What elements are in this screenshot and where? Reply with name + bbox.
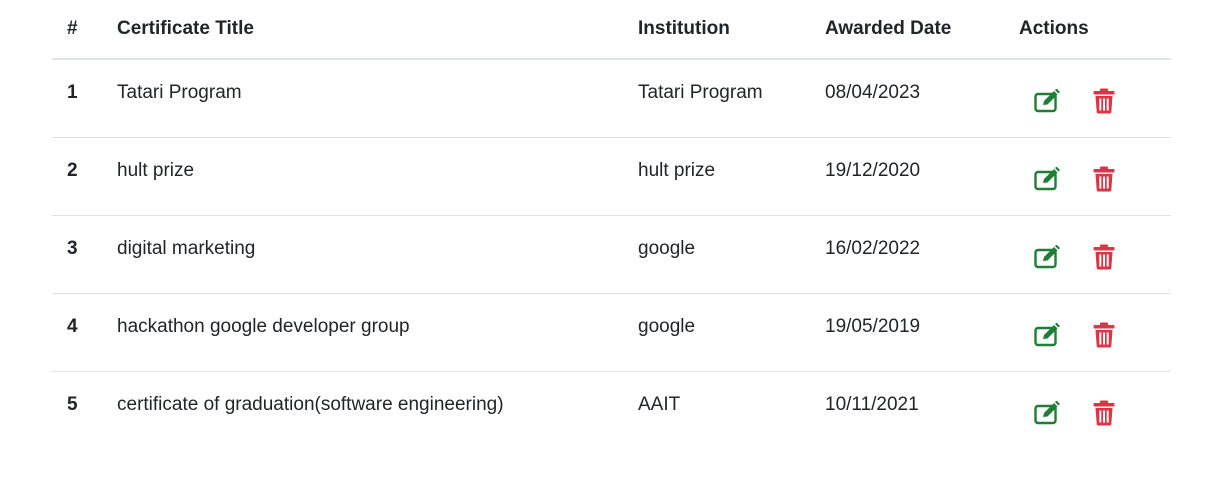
header-certificate-title: Certificate Title: [117, 0, 638, 60]
certificate-title: hult prize: [117, 160, 195, 181]
certificates-table: # Certificate Title Institution Awarded …: [52, 0, 1171, 449]
institution-cell: google: [638, 215, 825, 294]
edit-icon: [1034, 167, 1060, 191]
awarded-date-cell: 19/12/2020: [825, 137, 1019, 216]
table-row: 4 hackathon google developer group googl…: [52, 293, 1171, 372]
edit-icon: [1034, 323, 1060, 347]
row-actions: [1019, 216, 1171, 272]
row-number-cell: 1: [52, 59, 117, 138]
delete-button[interactable]: [1089, 320, 1119, 350]
certificate-title-cell: digital marketing: [117, 215, 638, 294]
awarded-date: 08/04/2023: [825, 82, 921, 103]
institution: google: [638, 238, 696, 259]
row-number: 4: [67, 316, 78, 337]
institution-cell: hult prize: [638, 137, 825, 216]
institution-cell: google: [638, 293, 825, 372]
table-body: 1 Tatari Program Tatari Program 08/04/20…: [52, 59, 1171, 449]
certificates-table-container: # Certificate Title Institution Awarded …: [52, 0, 1171, 449]
certificate-title: hackathon google developer group: [117, 316, 410, 337]
certificate-title: digital marketing: [117, 238, 256, 259]
awarded-date: 19/12/2020: [825, 160, 921, 181]
table-row: 2 hult prize hult prize 19/12/2020: [52, 137, 1171, 216]
awarded-date: 10/11/2021: [825, 394, 919, 415]
row-actions: [1019, 372, 1171, 428]
delete-button[interactable]: [1089, 86, 1119, 116]
edit-button[interactable]: [1033, 242, 1063, 272]
certificate-title-cell: certificate of graduation(software engin…: [117, 372, 638, 450]
row-number-cell: 3: [52, 215, 117, 294]
awarded-date: 16/02/2022: [825, 238, 921, 259]
row-actions: [1019, 60, 1171, 116]
edit-icon: [1034, 89, 1060, 113]
certificate-title: Tatari Program: [117, 82, 242, 103]
edit-button[interactable]: [1033, 86, 1063, 116]
row-number-cell: 4: [52, 293, 117, 372]
certificate-title-cell: hult prize: [117, 137, 638, 216]
certificate-title: certificate of graduation(software engin…: [117, 394, 504, 415]
edit-icon: [1034, 401, 1060, 425]
table-row: 5 certificate of graduation(software eng…: [52, 372, 1171, 450]
row-number: 3: [67, 238, 78, 259]
edit-icon: [1034, 245, 1060, 269]
awarded-date: 19/05/2019: [825, 316, 921, 337]
row-number-cell: 5: [52, 372, 117, 450]
actions-cell: [1019, 293, 1171, 372]
delete-button[interactable]: [1089, 242, 1119, 272]
edit-button[interactable]: [1033, 398, 1063, 428]
edit-button[interactable]: [1033, 320, 1063, 350]
row-number: 1: [67, 82, 78, 103]
trash-icon: [1093, 166, 1115, 192]
actions-cell: [1019, 215, 1171, 294]
delete-button[interactable]: [1089, 398, 1119, 428]
trash-icon: [1093, 322, 1115, 348]
table-row: 3 digital marketing google 16/02/2022: [52, 215, 1171, 294]
awarded-date-cell: 19/05/2019: [825, 293, 1019, 372]
institution: google: [638, 316, 696, 337]
header-actions: Actions: [1019, 0, 1171, 60]
actions-cell: [1019, 59, 1171, 138]
institution: AAIT: [638, 394, 681, 415]
table-row: 1 Tatari Program Tatari Program 08/04/20…: [52, 59, 1171, 138]
institution: Tatari Program: [638, 82, 763, 103]
certificate-title-cell: Tatari Program: [117, 59, 638, 138]
trash-icon: [1093, 244, 1115, 270]
row-number: 2: [67, 160, 78, 181]
row-number-cell: 2: [52, 137, 117, 216]
header-awarded-date: Awarded Date: [825, 0, 1019, 60]
institution-cell: AAIT: [638, 372, 825, 450]
actions-cell: [1019, 137, 1171, 216]
delete-button[interactable]: [1089, 164, 1119, 194]
certificate-title-cell: hackathon google developer group: [117, 293, 638, 372]
trash-icon: [1093, 400, 1115, 426]
institution-cell: Tatari Program: [638, 59, 825, 138]
header-row: # Certificate Title Institution Awarded …: [52, 0, 1171, 60]
edit-button[interactable]: [1033, 164, 1063, 194]
row-actions: [1019, 138, 1171, 194]
awarded-date-cell: 08/04/2023: [825, 59, 1019, 138]
row-actions: [1019, 294, 1171, 350]
header-number: #: [52, 0, 117, 60]
awarded-date-cell: 16/02/2022: [825, 215, 1019, 294]
trash-icon: [1093, 88, 1115, 114]
actions-cell: [1019, 372, 1171, 450]
awarded-date-cell: 10/11/2021: [825, 372, 1019, 450]
institution: hult prize: [638, 160, 716, 181]
header-institution: Institution: [638, 0, 825, 60]
row-number: 5: [67, 394, 78, 415]
table-header: # Certificate Title Institution Awarded …: [52, 0, 1171, 60]
